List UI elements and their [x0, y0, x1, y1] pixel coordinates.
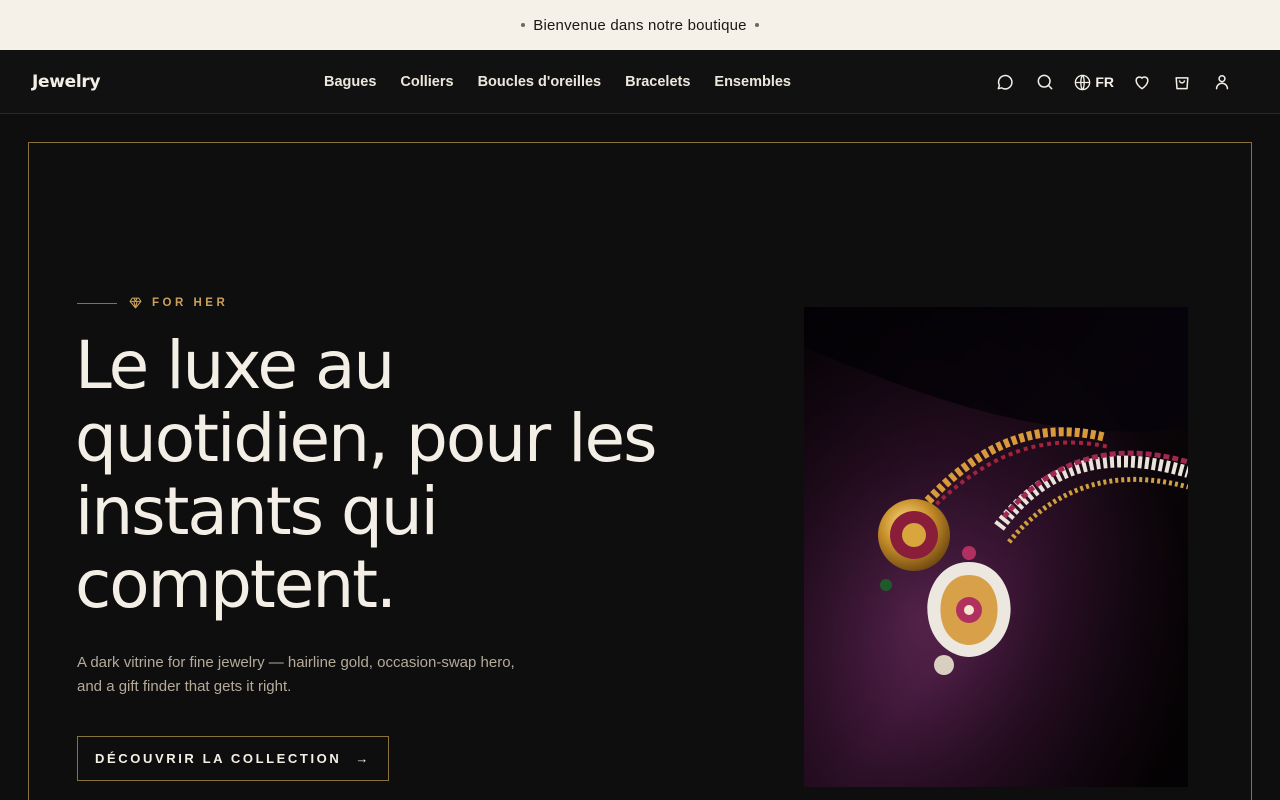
announcement-bar: Bienvenue dans notre boutique: [0, 0, 1280, 50]
necklace-illustration: [804, 307, 1188, 787]
search-icon[interactable]: [1025, 62, 1065, 102]
hero-jewelry-image: [804, 307, 1188, 787]
chat-icon[interactable]: [985, 62, 1025, 102]
announcement-text: Bienvenue dans notre boutique: [533, 16, 747, 34]
site-logo[interactable]: Jewelry: [32, 72, 101, 92]
hero-description: A dark vitrine for fine jewelry — hairli…: [77, 654, 515, 695]
user-icon[interactable]: [1202, 62, 1242, 102]
cta-label: DÉCOUVRIR LA COLLECTION: [95, 751, 342, 766]
header-actions: FR: [985, 50, 1242, 114]
globe-icon: [1073, 73, 1092, 92]
hero-headline: Le luxe au quotidien, pour les instants …: [75, 327, 658, 623]
hero-eyebrow: FOR HER: [77, 297, 228, 309]
bullet-dot: [754, 23, 759, 27]
cart-icon[interactable]: [1162, 62, 1202, 102]
menu-item-boucles-doreilles[interactable]: Boucles d'oreilles: [478, 74, 602, 90]
hero-section: FOR HER Le luxe au quotidien, pour les i…: [28, 142, 1252, 800]
menu-item-bracelets[interactable]: Bracelets: [625, 74, 690, 90]
discover-collection-button[interactable]: DÉCOUVRIR LA COLLECTION →: [77, 736, 389, 781]
eyebrow-text: FOR HER: [152, 297, 229, 309]
menu-item-colliers[interactable]: Colliers: [400, 74, 453, 90]
menu-item-ensembles[interactable]: Ensembles: [714, 74, 791, 90]
menu-item-bagues[interactable]: Bagues: [324, 74, 376, 90]
arrow-right-icon: →: [355, 751, 371, 766]
primary-menu: Bagues Colliers Boucles d'oreilles Brace…: [324, 50, 791, 114]
eyebrow-line: [77, 302, 117, 304]
language-switcher[interactable]: FR: [1065, 62, 1122, 102]
bullet-dot: [521, 23, 526, 27]
diamond-icon: [129, 297, 142, 309]
heart-icon[interactable]: [1122, 62, 1162, 102]
language-code: FR: [1095, 74, 1114, 90]
main-nav: Jewelry Bagues Colliers Boucles d'oreill…: [0, 50, 1280, 114]
